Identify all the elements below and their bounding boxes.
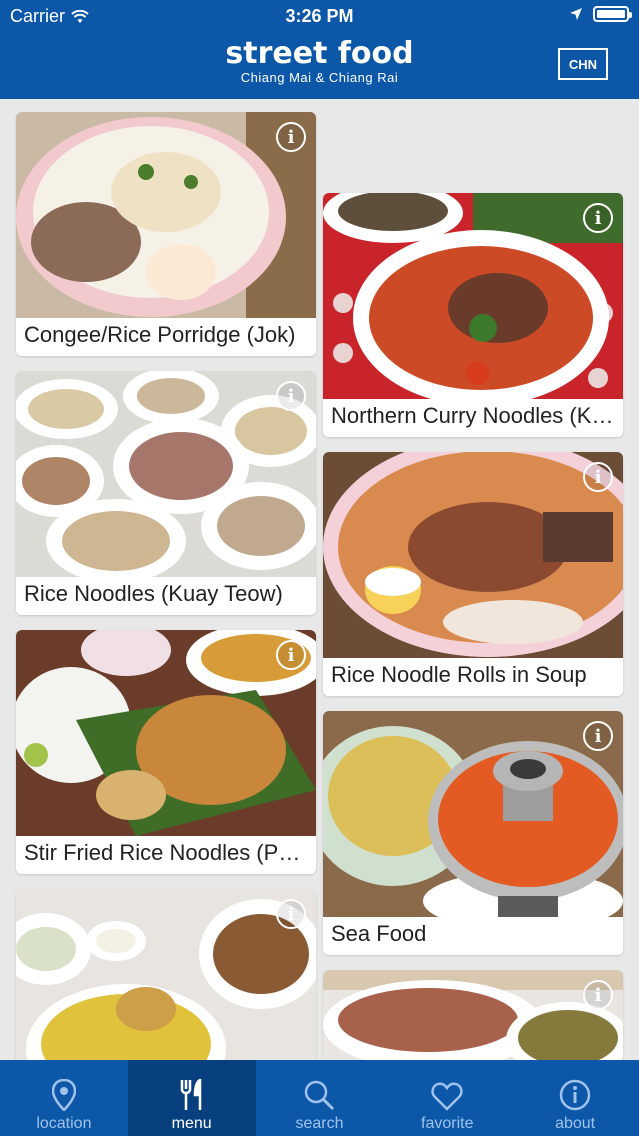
tab-favorite[interactable]: favorite [383, 1060, 511, 1136]
tom-yum-image [323, 711, 623, 917]
food-card-pad-thai[interactable]: i Stir Fried Rice Noodles (Pad Thai) [16, 630, 316, 874]
food-card-rice-noodles[interactable]: i Rice Noodles (Kuay Teow) [16, 371, 316, 615]
battery-icon [593, 6, 632, 22]
food-card-sea-food[interactable]: i Sea Food [323, 711, 623, 955]
status-time: 3:26 PM [285, 6, 354, 26]
tab-location-label: location [36, 1115, 92, 1132]
chicken-rice-image [16, 889, 316, 1089]
rice-noodles-image [16, 371, 316, 577]
food-card-rice-noodle-rolls[interactable]: i Rice Noodle Rolls in Soup [323, 452, 623, 696]
food-card-khao-mok-gai[interactable]: i [16, 889, 316, 1089]
food-card-label: Rice Noodles (Kuay Teow) [16, 577, 316, 615]
pad-thai-image [16, 630, 316, 836]
brand-logo: street food Chiang Mai & Chiang Rai [0, 36, 639, 86]
app-title: street food [225, 36, 414, 71]
tab-bar: location menu search favorite about [0, 1060, 639, 1136]
app-header: Carrier 3:26 PM street food Chiang Mai &… [0, 0, 639, 99]
language-button[interactable]: CHN [558, 48, 608, 80]
food-card-label: Northern Curry Noodles (Khao Soi) [323, 399, 623, 437]
tab-favorite-label: favorite [421, 1115, 474, 1132]
info-icon[interactable]: i [583, 721, 613, 751]
status-bar: Carrier 3:26 PM [0, 0, 639, 34]
fork-knife-icon [180, 1079, 201, 1110]
tab-menu-label: menu [171, 1115, 212, 1132]
info-icon[interactable]: i [276, 899, 306, 929]
tab-menu[interactable]: menu [127, 1060, 256, 1136]
tab-about[interactable]: about [511, 1060, 639, 1136]
tab-search-label: search [295, 1115, 344, 1132]
tab-location[interactable]: location [0, 1060, 128, 1136]
app-subtitle: Chiang Mai & Chiang Rai [240, 70, 399, 85]
info-icon[interactable]: i [276, 381, 306, 411]
food-card-label: Congee/Rice Porridge (Jok) [16, 318, 316, 356]
food-card-label: Stir Fried Rice Noodles (Pad Thai) [16, 836, 316, 874]
heart-icon [431, 1082, 463, 1111]
tab-about-label: about [555, 1115, 596, 1132]
food-card-khao-soi[interactable]: i Northern Curry Noodles (Khao Soi) [323, 193, 623, 437]
location-arrow-icon [570, 8, 582, 20]
congee-image [16, 112, 316, 318]
info-icon[interactable]: i [583, 203, 613, 233]
khao-soi-image [323, 193, 623, 399]
food-card-label: Rice Noodle Rolls in Soup [323, 658, 623, 696]
search-icon [305, 1080, 335, 1111]
info-icon[interactable]: i [276, 122, 306, 152]
rice-noodle-rolls-image [323, 452, 623, 658]
info-icon[interactable]: i [583, 462, 613, 492]
info-icon[interactable]: i [583, 980, 613, 1010]
food-card-label: Sea Food [323, 917, 623, 955]
location-pin-icon [51, 1079, 76, 1111]
food-card-congee[interactable]: i Congee/Rice Porridge (Jok) [16, 112, 316, 356]
status-right [569, 6, 632, 22]
tab-search[interactable]: search [256, 1060, 384, 1136]
info-icon[interactable]: i [276, 640, 306, 670]
info-icon [559, 1079, 591, 1111]
